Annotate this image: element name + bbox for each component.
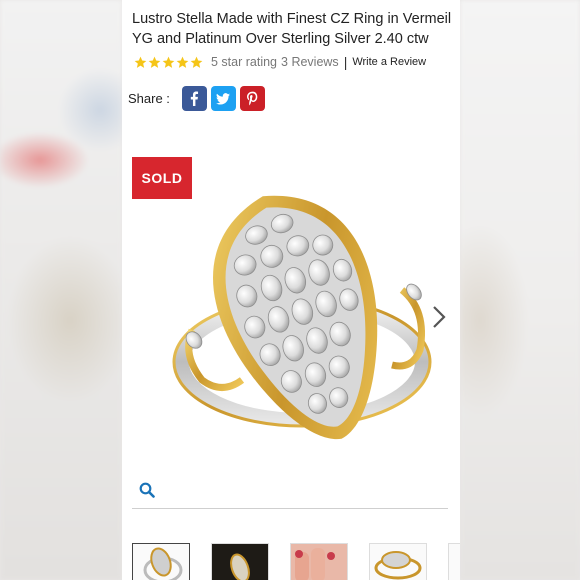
- chevron-right-icon[interactable]: [430, 302, 448, 332]
- rating-row: 5 star rating 3 Reviews | Write a Review: [134, 53, 426, 71]
- star-icon: [162, 56, 175, 68]
- search-icon[interactable]: [139, 482, 155, 498]
- star-icon: [176, 56, 189, 68]
- facebook-share-button[interactable]: [181, 86, 207, 111]
- pinterest-share-button[interactable]: [239, 86, 265, 111]
- star-icon: [134, 56, 147, 68]
- product-image[interactable]: [152, 180, 452, 450]
- rating-text: 5 star rating: [211, 55, 278, 69]
- product-title: Lustro Stella Made with Finest CZ Ring i…: [132, 11, 452, 47]
- blurred-background-right: [460, 0, 580, 580]
- thumbnail-ring-on-hand[interactable]: [290, 543, 348, 580]
- thumbnail-ring-more[interactable]: [448, 543, 460, 580]
- star-icon: [190, 56, 203, 68]
- twitter-share-button[interactable]: [210, 86, 236, 111]
- write-review-link[interactable]: Write a Review: [352, 56, 426, 68]
- product-page: Lustro Stella Made with Finest CZ Ring i…: [122, 0, 460, 580]
- thumbnail-ring-front[interactable]: [132, 543, 190, 580]
- star-rating: [134, 56, 203, 69]
- thumbnail-image: [230, 553, 250, 580]
- thumbnail-image: [374, 551, 422, 580]
- thumbnail-image: [295, 548, 335, 580]
- divider: [132, 508, 448, 509]
- blurred-background-left: [0, 0, 122, 580]
- star-icon: [148, 56, 161, 68]
- reviews-link[interactable]: 3 Reviews: [281, 55, 339, 69]
- share-label: Share :: [128, 91, 170, 106]
- thumbnail-image: [143, 547, 183, 580]
- share-row: Share :: [128, 86, 269, 111]
- thumbnail-strip: [132, 543, 460, 580]
- separator: |: [343, 54, 348, 70]
- thumbnail-ring-dark[interactable]: [211, 543, 269, 580]
- facebook-icon: [191, 91, 199, 106]
- thumbnail-ring-side[interactable]: [369, 543, 427, 580]
- pinterest-icon: [246, 91, 258, 106]
- twitter-icon: [216, 92, 231, 105]
